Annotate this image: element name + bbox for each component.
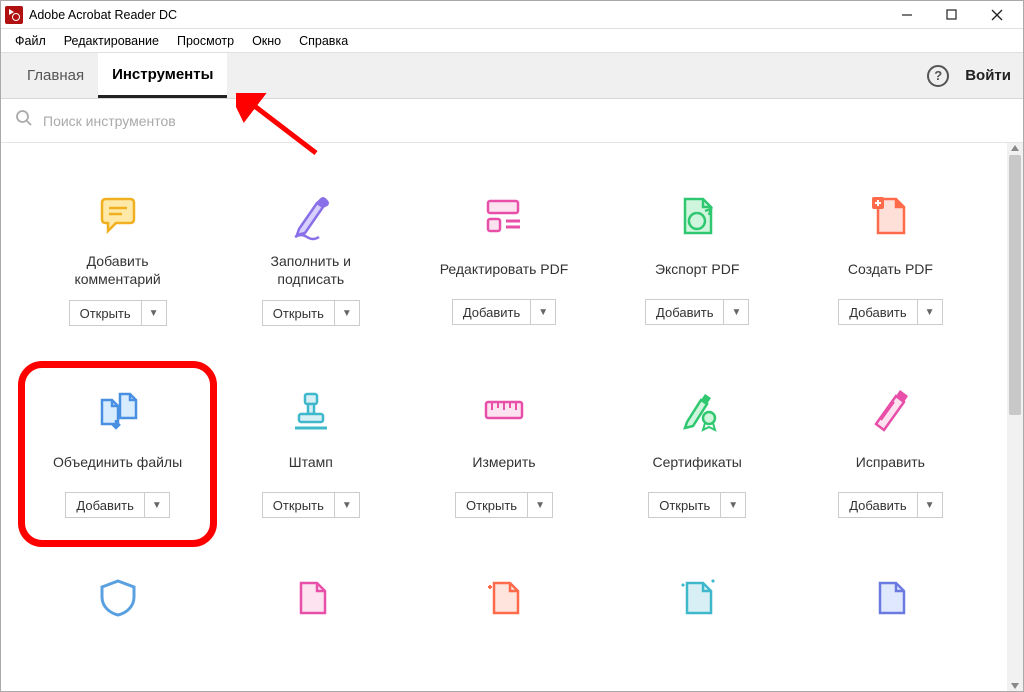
tool-action-label: Добавить (646, 300, 723, 324)
tool-action-button[interactable]: Добавить▼ (452, 299, 556, 325)
help-icon[interactable]: ? (927, 65, 949, 87)
search-input[interactable] (43, 113, 1009, 129)
search-icon (15, 109, 33, 132)
edit-pdf-icon (480, 193, 528, 241)
tool-action-button[interactable]: Открыть▼ (262, 492, 360, 518)
tool-create-pdf: Создать PDF Добавить▼ (794, 193, 987, 326)
signin-button[interactable]: Войти (965, 67, 1011, 84)
chevron-down-icon[interactable]: ▼ (917, 300, 942, 324)
page-sparkle-icon (673, 577, 721, 617)
tool-action-label: Открыть (70, 301, 141, 325)
menu-edit[interactable]: Редактирование (56, 32, 167, 50)
tool-export-pdf: Экспорт PDF Добавить▼ (601, 193, 794, 326)
tool-action-button[interactable]: Открыть▼ (69, 300, 167, 326)
combine-icon (94, 386, 142, 434)
menu-view[interactable]: Просмотр (169, 32, 242, 50)
tool-comment: Добавить комментарий Открыть▼ (21, 193, 214, 326)
minimize-button[interactable] (884, 1, 929, 29)
chevron-down-icon[interactable]: ▼ (334, 301, 359, 325)
app-icon (5, 6, 23, 24)
tab-tools[interactable]: Инструменты (98, 53, 227, 98)
chevron-down-icon[interactable]: ▼ (720, 493, 745, 517)
scrollbar-thumb[interactable] (1009, 155, 1021, 415)
menu-window[interactable]: Окно (244, 32, 289, 50)
chevron-down-icon[interactable]: ▼ (141, 301, 166, 325)
tool-fill-sign: Заполнить и подписать Открыть▼ (214, 193, 407, 326)
tool-partial (214, 577, 407, 629)
content-area: Добавить комментарийОткрыть▼Заполнить и … (1, 143, 1023, 691)
tool-action-label: Добавить (839, 300, 916, 324)
menu-help[interactable]: Справка (291, 32, 356, 50)
tool-label: Экспорт PDF (655, 253, 740, 287)
tool-action-button[interactable]: Добавить▼ (838, 492, 942, 518)
tool-label: Заполнить и подписать (236, 253, 386, 288)
chevron-down-icon[interactable]: ▼ (530, 300, 555, 324)
tool-label: Редактировать PDF (440, 253, 569, 287)
tool-label: Добавить комментарий (43, 253, 193, 288)
tool-action-label: Добавить (453, 300, 530, 324)
chevron-down-icon[interactable]: ▼ (527, 493, 552, 517)
tool-action-label: Открыть (263, 301, 334, 325)
tool-action-label: Открыть (263, 493, 334, 517)
tool-action-button[interactable]: Добавить▼ (65, 492, 169, 518)
tool-action-button[interactable]: Открыть▼ (455, 492, 553, 518)
maximize-button[interactable] (929, 1, 974, 29)
export-pdf-icon (673, 193, 721, 241)
tool-partial (407, 577, 600, 629)
tool-label: Измерить (472, 446, 535, 480)
app-window: Adobe Acrobat Reader DC Файл Редактирова… (0, 0, 1024, 692)
tool-redact: Исправить Добавить▼ (794, 386, 987, 522)
chevron-down-icon[interactable]: ▼ (334, 493, 359, 517)
window-title: Adobe Acrobat Reader DC (29, 8, 884, 22)
tool-action-button[interactable]: Добавить▼ (645, 299, 749, 325)
tool-action-label: Добавить (66, 493, 143, 517)
tool-combine: Объединить файлы Добавить▼ (18, 361, 217, 547)
create-pdf-icon (866, 193, 914, 241)
tool-action-button[interactable]: Открыть▼ (648, 492, 746, 518)
tool-edit-pdf: Редактировать PDF Добавить▼ (407, 193, 600, 326)
menubar: Файл Редактирование Просмотр Окно Справк… (1, 29, 1023, 53)
fill-sign-icon (287, 193, 335, 241)
tool-label: Исправить (856, 446, 925, 480)
page-icon (287, 577, 335, 617)
redact-icon (866, 386, 914, 434)
tool-partial (794, 577, 987, 629)
certificates-icon (673, 386, 721, 434)
tool-label: Сертификаты (653, 446, 742, 480)
tool-action-label: Добавить (839, 493, 916, 517)
close-button[interactable] (974, 1, 1019, 29)
tool-label: Создать PDF (848, 253, 933, 287)
tool-action-button[interactable]: Открыть▼ (262, 300, 360, 326)
page-icon (866, 577, 914, 617)
chevron-down-icon[interactable]: ▼ (144, 493, 169, 517)
tool-label: Штамп (289, 446, 333, 480)
tool-action-label: Открыть (456, 493, 527, 517)
stamp-icon (287, 386, 335, 434)
tool-measure: Измерить Открыть▼ (407, 386, 600, 522)
tool-action-button[interactable]: Добавить▼ (838, 299, 942, 325)
tool-partial (601, 577, 794, 629)
page-spark-icon (480, 577, 528, 617)
tool-partial (21, 577, 214, 629)
shield-icon (94, 577, 142, 617)
chevron-down-icon[interactable]: ▼ (723, 300, 748, 324)
menu-file[interactable]: Файл (7, 32, 54, 50)
titlebar: Adobe Acrobat Reader DC (1, 1, 1023, 29)
tabbar: Главная Инструменты ? Войти (1, 53, 1023, 99)
comment-icon (94, 193, 142, 241)
tab-home[interactable]: Главная (13, 53, 98, 98)
measure-icon (480, 386, 528, 434)
tool-certificates: Сертификаты Открыть▼ (601, 386, 794, 522)
searchbar (1, 99, 1023, 143)
chevron-down-icon[interactable]: ▼ (917, 493, 942, 517)
tool-stamp: Штамп Открыть▼ (214, 386, 407, 522)
tool-label: Объединить файлы (53, 446, 182, 480)
scrollbar[interactable] (1007, 143, 1023, 691)
tool-action-label: Открыть (649, 493, 720, 517)
window-controls (884, 1, 1019, 29)
